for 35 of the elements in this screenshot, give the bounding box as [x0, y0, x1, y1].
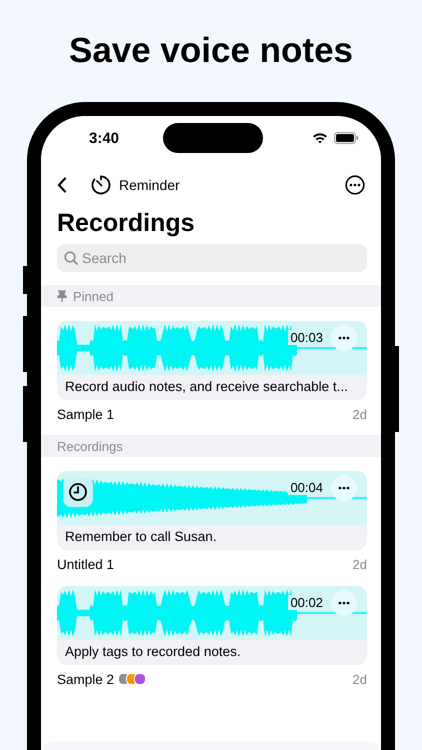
- transcript-text: Record audio notes, and receive searchable t...: [64, 378, 349, 396]
- duration-label: 00:02: [288, 595, 325, 610]
- more-icon[interactable]: [345, 175, 365, 195]
- date-label: 2d: [352, 556, 367, 572]
- timer-icon: [91, 175, 111, 195]
- ellipsis-icon: [338, 601, 350, 605]
- recording-title: Sample 2: [57, 672, 114, 686]
- battery-icon: [334, 132, 359, 144]
- ellipsis-icon: [338, 486, 350, 490]
- clock-icon[interactable]: [63, 477, 93, 507]
- date-label: 2d: [352, 672, 367, 686]
- more-button[interactable]: [331, 475, 357, 501]
- recording-card[interactable]: 00:02 Apply tags to recorded notes.: [57, 586, 367, 665]
- transcript-text: Remember to call Susan.: [64, 528, 218, 546]
- more-button[interactable]: [331, 590, 357, 616]
- recording-card[interactable]: 00:03 Record audio notes, and receive searchable t...: [57, 321, 367, 400]
- recording-title: Sample 1: [57, 406, 114, 422]
- transcript-text: Apply tags to recorded notes.: [64, 643, 242, 661]
- section-title: Pinned: [73, 288, 114, 304]
- nav-title: Reminder: [119, 177, 180, 193]
- duration-label: 00:03: [288, 330, 325, 345]
- recording-title: Untitled 1: [57, 556, 114, 572]
- section-title: Recordings: [57, 438, 123, 454]
- pin-icon: [57, 290, 67, 302]
- duration-label: 00:04: [288, 480, 325, 495]
- ellipsis-icon: [338, 336, 350, 340]
- back-icon[interactable]: [57, 177, 67, 193]
- recording-card[interactable]: 00:04 Remember to call Susan.: [57, 471, 367, 550]
- date-label: 2d: [352, 406, 367, 422]
- search-field[interactable]: Search: [57, 244, 367, 272]
- status-time: 3:40: [89, 130, 120, 146]
- page-title: Recordings: [56, 208, 196, 239]
- wifi-icon: [312, 132, 328, 144]
- more-button[interactable]: [331, 325, 357, 351]
- headline: Save voice notes: [68, 30, 354, 72]
